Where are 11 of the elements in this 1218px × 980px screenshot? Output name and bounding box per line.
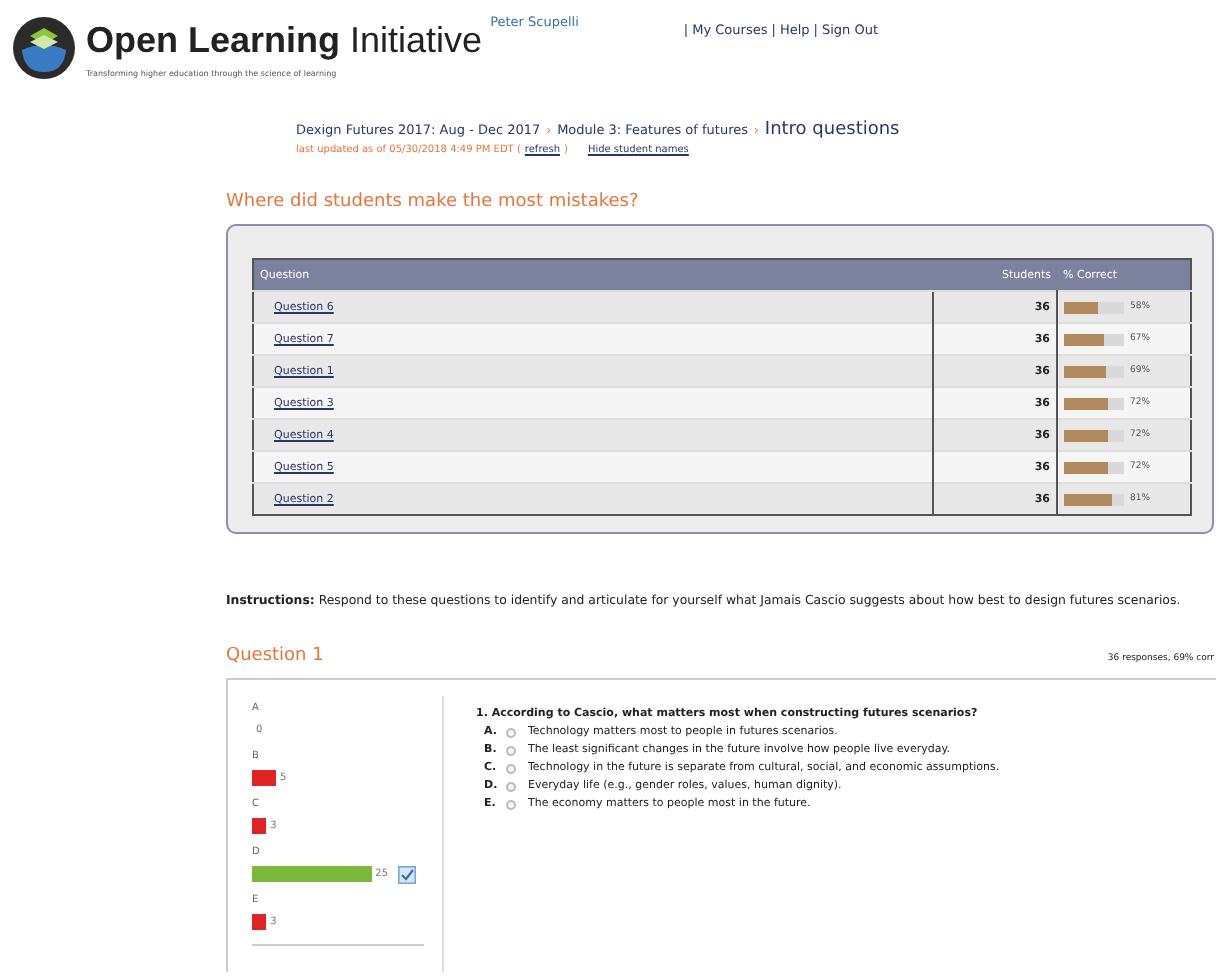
- radio-button[interactable]: [506, 763, 516, 773]
- question-title: Question 1: [226, 646, 324, 666]
- radio-button[interactable]: [506, 799, 516, 809]
- page-title: Intro questions: [764, 120, 900, 140]
- section-heading: Where did students make the most mistakes?: [226, 192, 641, 212]
- radio-button[interactable]: [506, 727, 516, 737]
- radio-button[interactable]: [506, 781, 516, 791]
- radio-button[interactable]: [506, 745, 516, 755]
- site-title[interactable]: Open Learning Initiative: [86, 20, 483, 62]
- logo-icon: [12, 16, 76, 80]
- checkmark-icon: [398, 865, 417, 883]
